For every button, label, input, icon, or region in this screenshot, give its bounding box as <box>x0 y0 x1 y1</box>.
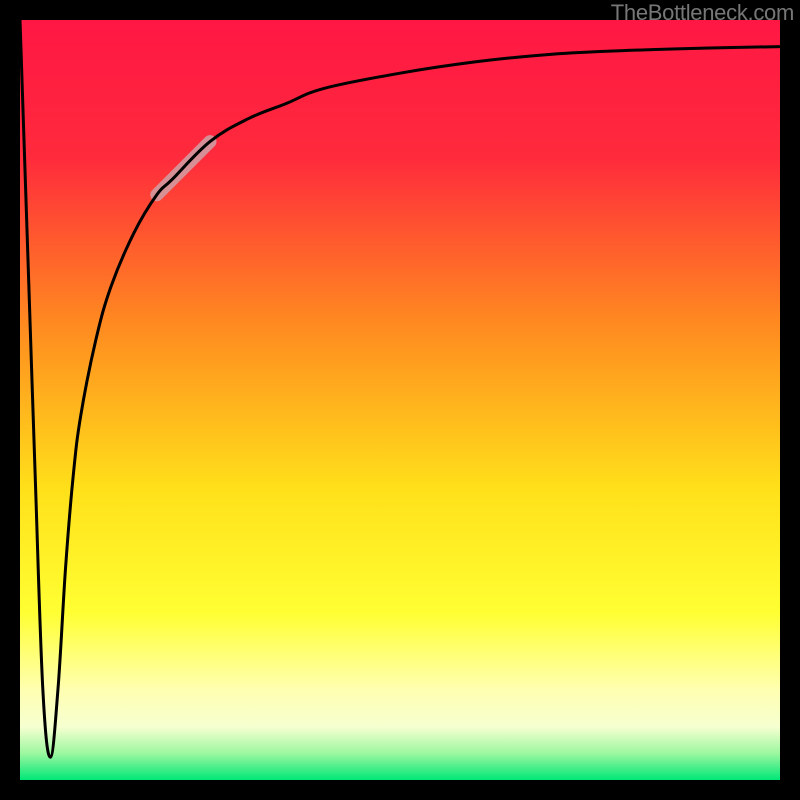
plot-area <box>20 20 780 780</box>
chart-svg <box>20 20 780 780</box>
chart-frame: TheBottleneck.com <box>0 0 800 800</box>
gradient-background <box>20 20 780 780</box>
